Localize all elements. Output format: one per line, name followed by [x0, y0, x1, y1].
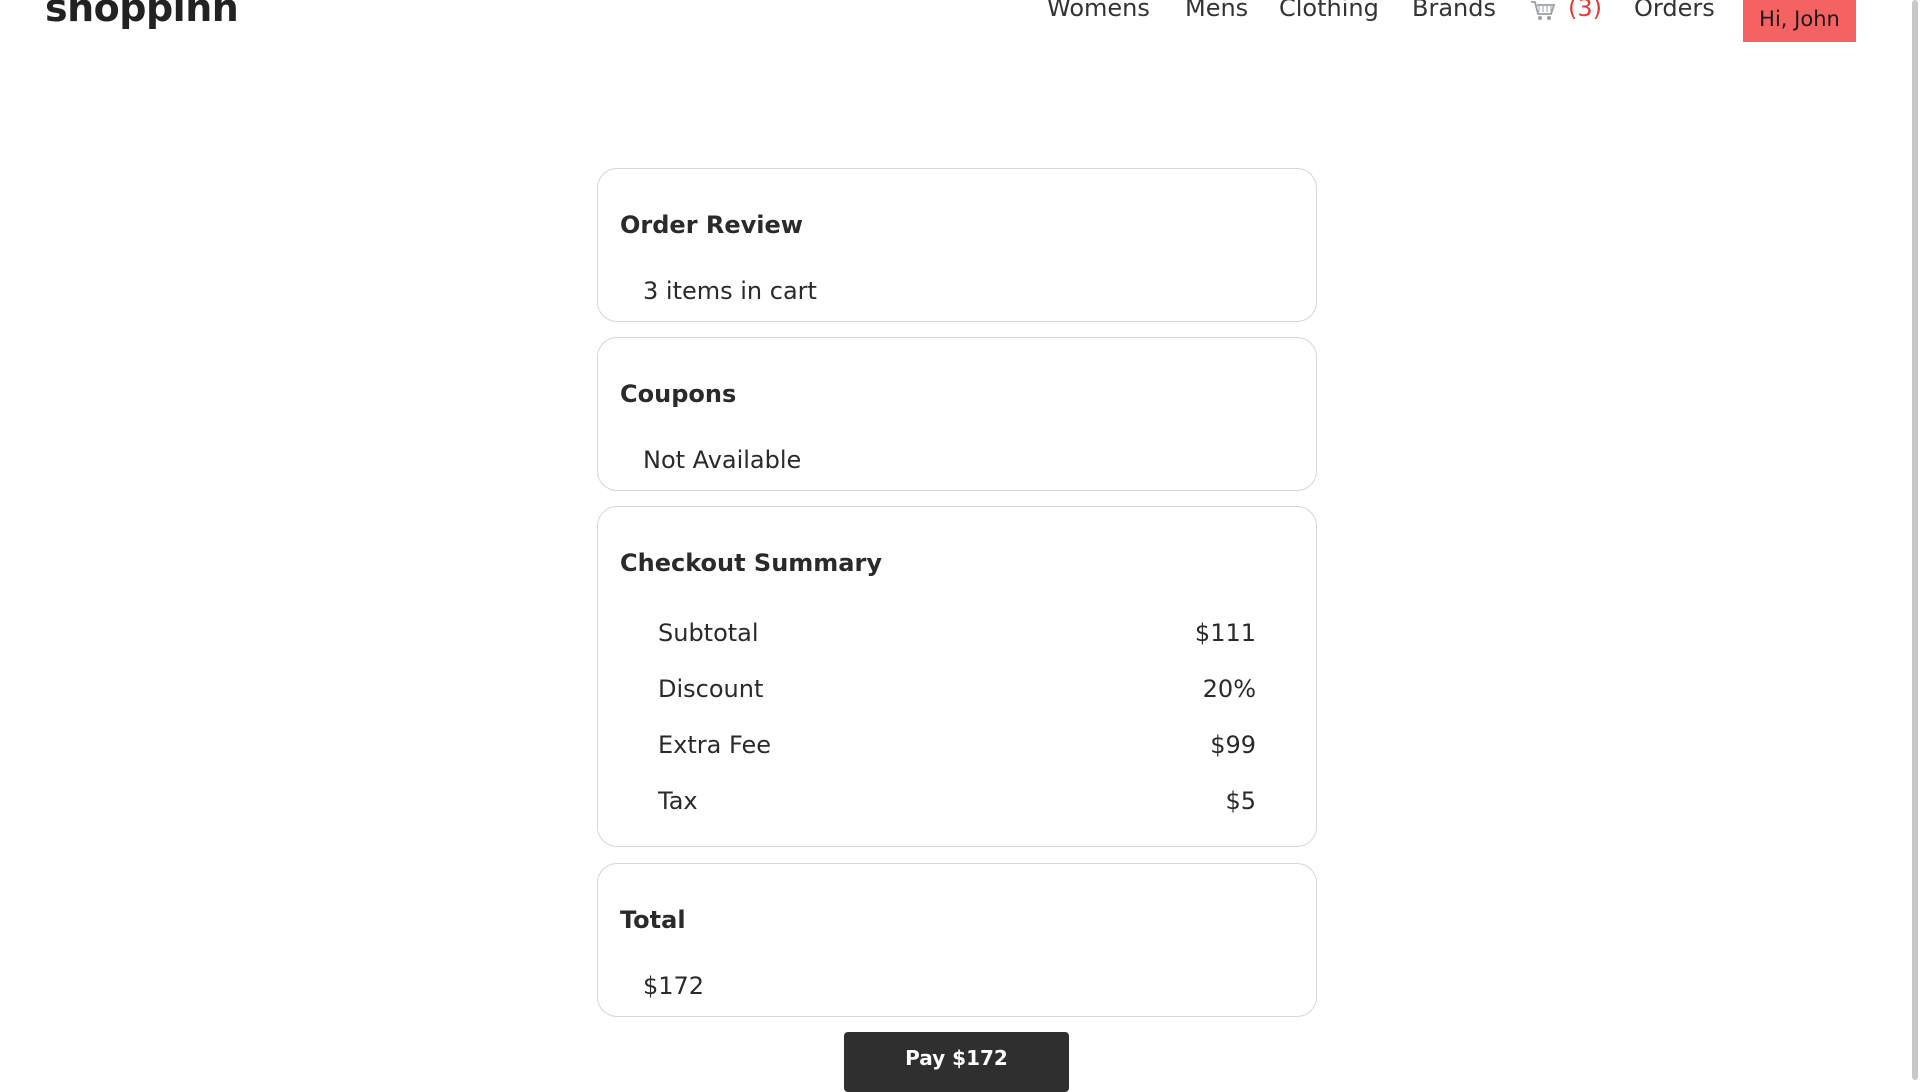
pay-button[interactable]: Pay $172 [844, 1032, 1069, 1092]
nav-womens[interactable]: Womens [1047, 0, 1150, 22]
summary-value: $5 [1225, 787, 1256, 815]
nav-mens[interactable]: Mens [1185, 0, 1248, 22]
summary-row-discount: Discount 20% [658, 675, 1256, 703]
user-menu-button[interactable]: Hi, John [1743, 0, 1856, 42]
summary-value: 20% [1202, 675, 1256, 703]
checkout-summary-card: Checkout Summary Subtotal $111 Discount … [597, 506, 1317, 847]
nav-orders[interactable]: Orders [1634, 0, 1715, 22]
summary-row-tax: Tax $5 [658, 787, 1256, 815]
cart-link[interactable]: (3) [1530, 0, 1602, 22]
cart-count-badge: (3) [1568, 0, 1602, 22]
summary-label: Extra Fee [658, 731, 772, 759]
total-amount: $172 [643, 972, 705, 1000]
order-review-text: 3 items in cart [643, 277, 817, 305]
header: shoppinn Womens Mens Clothing Brands (3)… [0, 0, 1920, 60]
coupons-card: Coupons Not Available [597, 337, 1317, 491]
scrollbar[interactable] [1910, 0, 1920, 1080]
order-review-card: Order Review 3 items in cart [597, 168, 1317, 322]
total-card: Total $172 [597, 863, 1317, 1017]
summary-label: Discount [658, 675, 764, 703]
coupons-title: Coupons [620, 380, 737, 408]
summary-row-extra-fee: Extra Fee $99 [658, 731, 1256, 759]
total-title: Total [620, 906, 686, 934]
summary-label: Tax [658, 787, 698, 815]
summary-value: $99 [1210, 731, 1256, 759]
coupons-text: Not Available [643, 446, 802, 474]
scrollbar-thumb[interactable] [1912, 0, 1918, 1080]
checkout-summary-title: Checkout Summary [620, 549, 882, 577]
nav-clothing[interactable]: Clothing [1279, 0, 1379, 22]
order-review-title: Order Review [620, 211, 803, 239]
nav-brands[interactable]: Brands [1412, 0, 1496, 22]
summary-value: $111 [1194, 619, 1256, 647]
summary-label: Subtotal [658, 619, 759, 647]
summary-row-subtotal: Subtotal $111 [658, 619, 1256, 647]
shopping-cart-icon [1531, 1, 1556, 20]
logo[interactable]: shoppinn [45, 0, 239, 30]
